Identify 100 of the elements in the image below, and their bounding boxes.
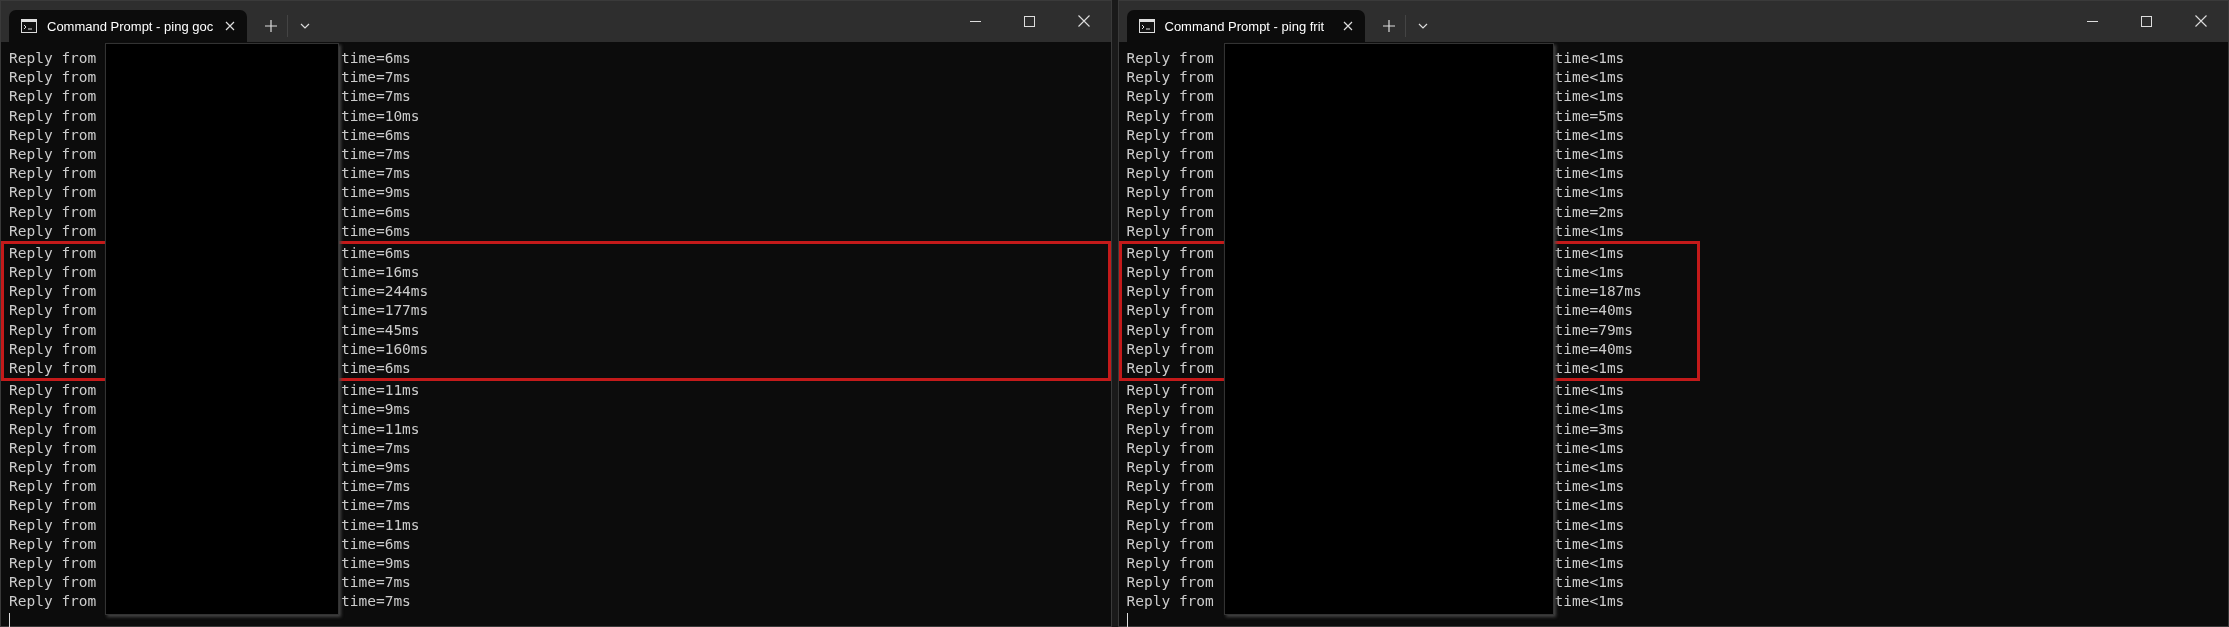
output-text: Reply from [9, 320, 98, 340]
output-text: time=177ms [341, 301, 429, 321]
output-text: Reply from [9, 400, 98, 420]
tab[interactable]: Command Prompt - ping frit [1126, 10, 1365, 42]
chevron-down-icon[interactable] [1417, 23, 1428, 29]
output-text: time<1ms [1554, 400, 1625, 420]
output-text: time<1ms [1554, 49, 1625, 68]
output-text: Reply from [1126, 496, 1215, 516]
output-text: Reply from [1126, 263, 1215, 283]
output-text: Reply from [1126, 320, 1215, 340]
output-text: Reply from [1126, 183, 1215, 203]
output-text: time=6ms [341, 49, 411, 68]
output-text: time=5ms [1554, 106, 1625, 126]
output-text: time<1ms [1554, 573, 1625, 593]
output-text: time=7ms [341, 496, 411, 516]
output-text: time<1ms [1554, 125, 1625, 145]
output-text: time<1ms [1554, 144, 1625, 164]
maximize-icon[interactable] [1023, 16, 1035, 27]
text-cursor [1126, 613, 1128, 627]
output-text: Reply from [9, 106, 98, 126]
close-icon[interactable] [1342, 21, 1353, 31]
new-tab-icon[interactable] [1382, 20, 1395, 32]
output-text: Reply from [9, 263, 98, 283]
output-text: Reply from [9, 164, 98, 184]
close-icon[interactable] [2195, 15, 2207, 27]
output-text: time<1ms [1554, 553, 1625, 573]
output-text: Reply from [9, 144, 98, 164]
output-text: time=7ms [341, 144, 411, 164]
output-text: Reply from [9, 457, 98, 477]
output-text: time=7ms [341, 68, 411, 88]
output-text: time=9ms [341, 400, 411, 420]
output-text: time<1ms [1554, 457, 1625, 477]
output-text: time=2ms [1554, 202, 1625, 222]
output-text: Reply from [1126, 282, 1215, 302]
output-text: Reply from [1126, 573, 1215, 593]
output-text: Reply from [9, 496, 98, 516]
output-text: Reply from [9, 183, 98, 203]
chevron-down-icon[interactable] [300, 23, 310, 29]
output-text: Reply from [1126, 438, 1215, 458]
output-text: Reply from [9, 221, 98, 241]
output-text: Reply from [1126, 592, 1215, 612]
output-text: time<1ms [1554, 534, 1625, 554]
output-text: Reply from [1126, 457, 1215, 477]
output-text: time=6ms [341, 359, 411, 378]
output-text: time<1ms [1554, 87, 1625, 107]
output-text: time=16ms [341, 263, 420, 283]
output-text: Reply from [1126, 87, 1215, 107]
output-text: Reply from [1126, 164, 1215, 184]
tab-title: Command Prompt - ping frit [1164, 18, 1326, 34]
output-text: time=7ms [341, 592, 411, 612]
output-text: Reply from [1126, 339, 1215, 359]
output-text: time=45ms [341, 320, 420, 340]
output-text: Reply from [9, 534, 98, 554]
output-text: time=3ms [1554, 419, 1625, 439]
output-text: time<1ms [1554, 68, 1625, 88]
output-text: time=40ms [1554, 339, 1634, 359]
text-cursor [9, 613, 10, 627]
maximize-icon[interactable] [2141, 16, 2152, 27]
output-text: time<1ms [1554, 243, 1625, 263]
new-tab-icon[interactable] [265, 20, 277, 32]
output-text: time<1ms [1554, 164, 1625, 184]
output-text: time<1ms [1554, 515, 1625, 535]
output-text: time=9ms [341, 183, 411, 203]
output-text: Reply from [9, 243, 98, 263]
output-text: Reply from [9, 477, 98, 497]
output-text: time=7ms [341, 573, 411, 593]
output-text: time<1ms [1554, 438, 1625, 458]
output-text: time=6ms [341, 202, 411, 222]
tab[interactable]: Command Prompt - ping goc [9, 10, 247, 42]
output-text: time=187ms [1554, 282, 1642, 302]
output-text: Reply from [9, 282, 98, 302]
output-text: time<1ms [1554, 263, 1625, 283]
output-text: time<1ms [1554, 477, 1625, 497]
output-text: Reply from [1126, 553, 1215, 573]
output-text: time=6ms [341, 534, 411, 554]
output-text: Reply from [9, 202, 98, 222]
output-text: Reply from [1126, 515, 1215, 535]
output-text: time=10ms [341, 106, 420, 126]
output-text: Reply from [1126, 400, 1215, 420]
output-text: time<1ms [1554, 221, 1625, 241]
output-text: Reply from [9, 438, 98, 458]
output-text: time<1ms [1554, 592, 1625, 612]
output-text: time=7ms [341, 87, 411, 107]
output-text: Reply from [9, 419, 98, 439]
output-text: Reply from [1126, 243, 1215, 263]
output-text: Reply from [1126, 49, 1215, 68]
output-text: Reply from [9, 592, 98, 612]
output-text: Reply from [1126, 106, 1215, 126]
output-text: time=40ms [1554, 301, 1634, 321]
output-text: time=244ms [341, 282, 429, 302]
output-text: Reply from [9, 68, 98, 88]
output-text: Reply from [9, 125, 98, 145]
close-icon[interactable] [1077, 15, 1090, 27]
output-text: time<1ms [1554, 381, 1625, 401]
terminal-icon [21, 19, 37, 33]
output-text: Reply from [1126, 381, 1215, 401]
tab-title: Command Prompt - ping goc [47, 18, 215, 34]
output-text: Reply from [9, 553, 98, 573]
close-icon[interactable] [225, 21, 235, 31]
output-text: time=6ms [341, 243, 411, 263]
